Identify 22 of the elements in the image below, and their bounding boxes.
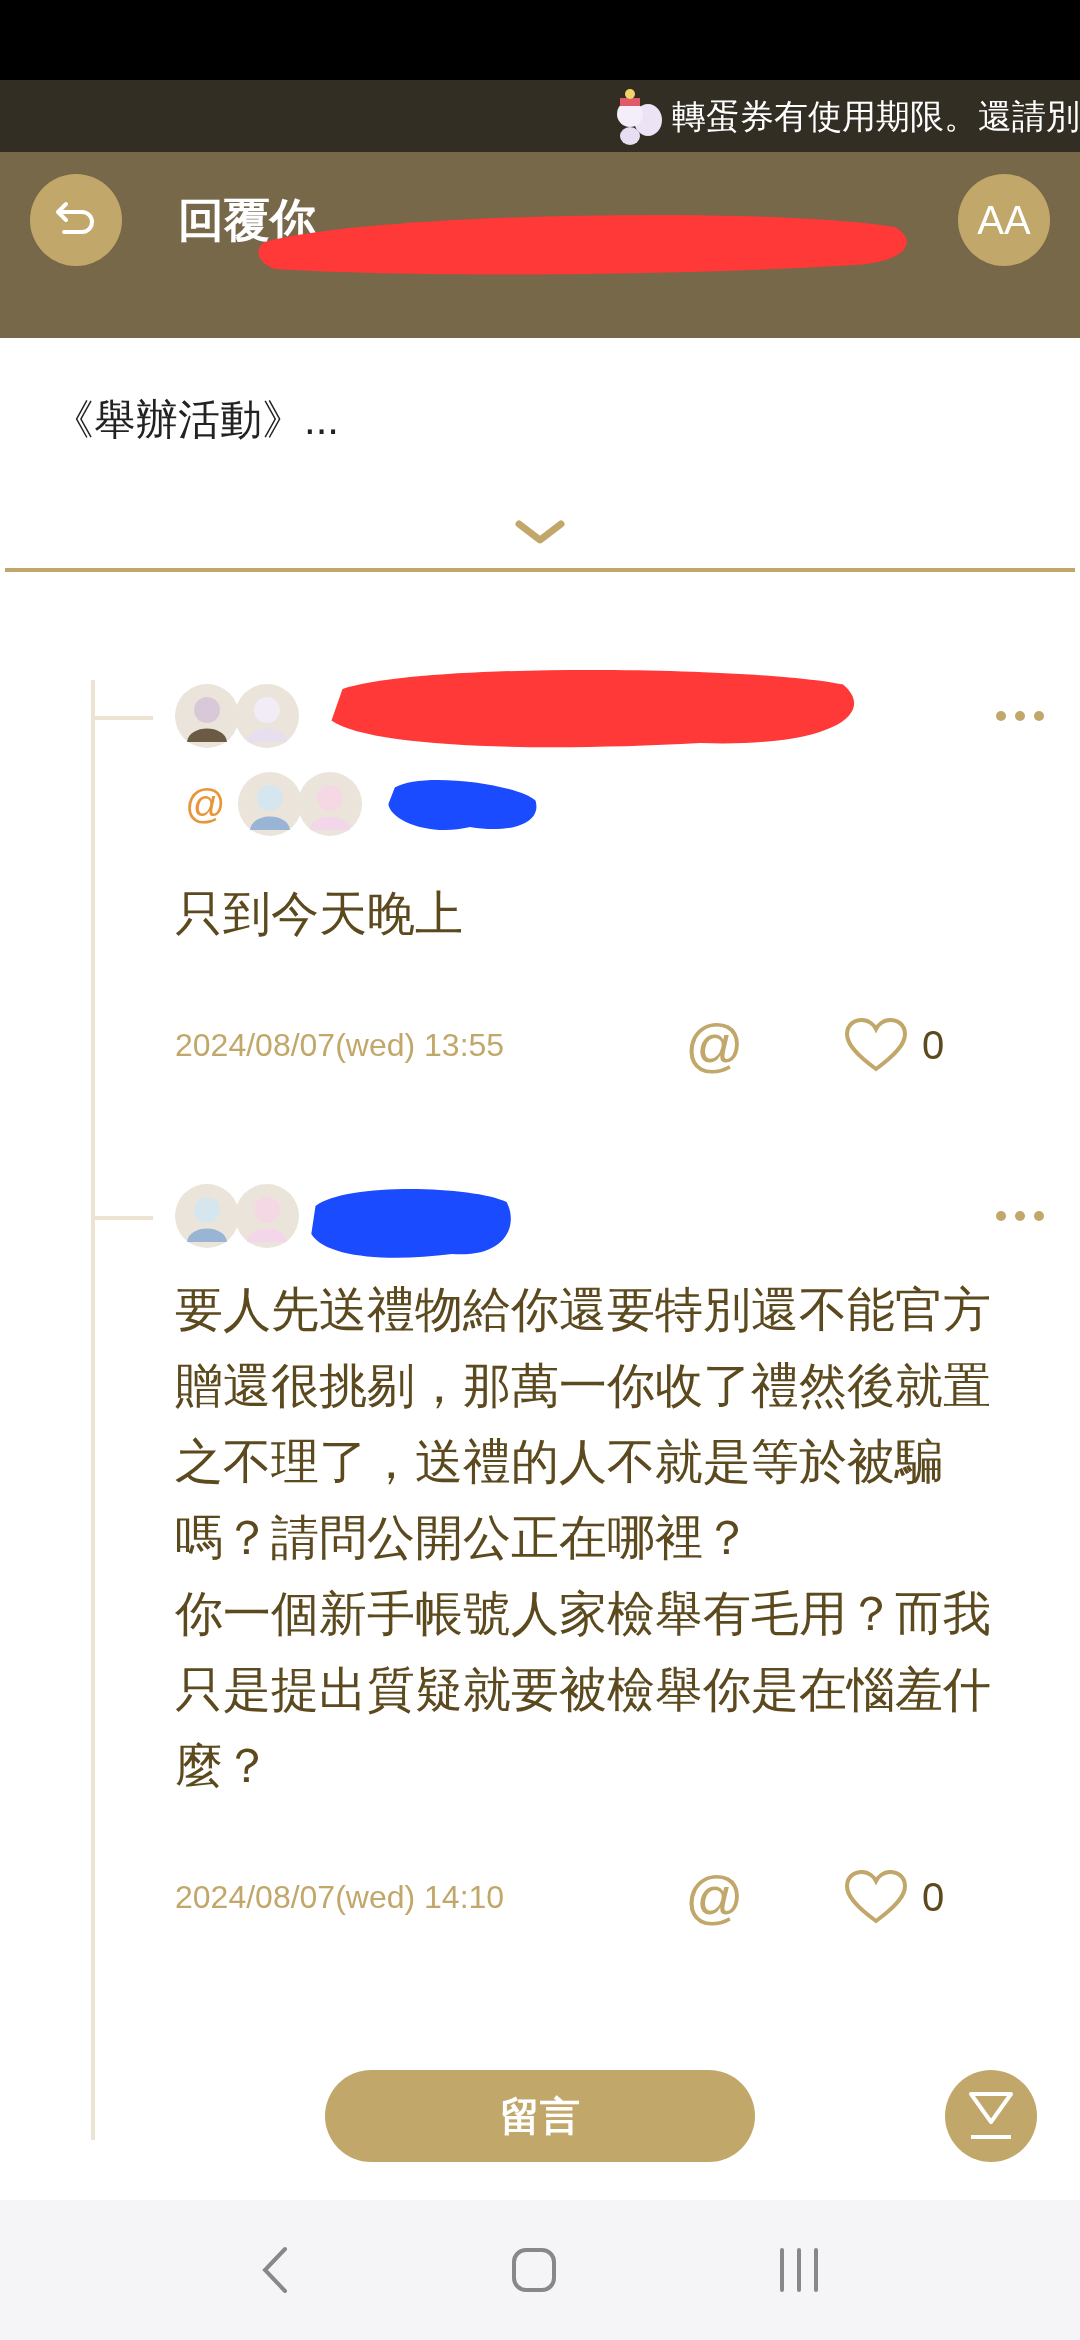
like-count: 0 (921, 1874, 945, 1921)
expand-chevron-icon[interactable] (514, 518, 566, 546)
mention-symbol: @ (185, 781, 226, 828)
like-heart-icon[interactable] (843, 1869, 908, 1925)
more-options-icon[interactable] (995, 710, 1045, 722)
comment-text: 只到今天晚上 (175, 886, 464, 942)
more-options-icon[interactable] (995, 1210, 1045, 1222)
home-nav-icon[interactable] (511, 2247, 557, 2293)
avatar[interactable] (175, 684, 239, 748)
like-count: 0 (921, 1022, 945, 1069)
comment-date: 2024/08/07(wed) 13:55 (175, 1026, 506, 1065)
comment-text: 你一個新手帳號人家檢舉有毛用？而我只是提出質疑就要被檢舉你是在惱羞什麼？ (175, 1586, 992, 1794)
mention-reply-button[interactable]: @ (685, 1016, 744, 1074)
mention-reply-button[interactable]: @ (685, 1868, 744, 1926)
comment-date: 2024/08/07(wed) 14:10 (175, 1878, 506, 1917)
comment-button[interactable]: 留言 (325, 2070, 755, 2162)
font-size-button[interactable]: AA (958, 174, 1050, 266)
recent-apps-icon[interactable] (777, 2247, 820, 2293)
like-heart-icon[interactable] (843, 1017, 908, 1073)
scroll-bottom-icon (968, 2091, 1014, 2141)
post-excerpt: 《舉辦活動》... (52, 395, 340, 445)
comment-text: 要人先送禮物給你還要特別還不能官方贈還很挑剔，那萬一你收了禮然後就置之不理了，送禮的人不就是等於被騙嗎？請問公開公正在哪裡？ (175, 1282, 992, 1566)
